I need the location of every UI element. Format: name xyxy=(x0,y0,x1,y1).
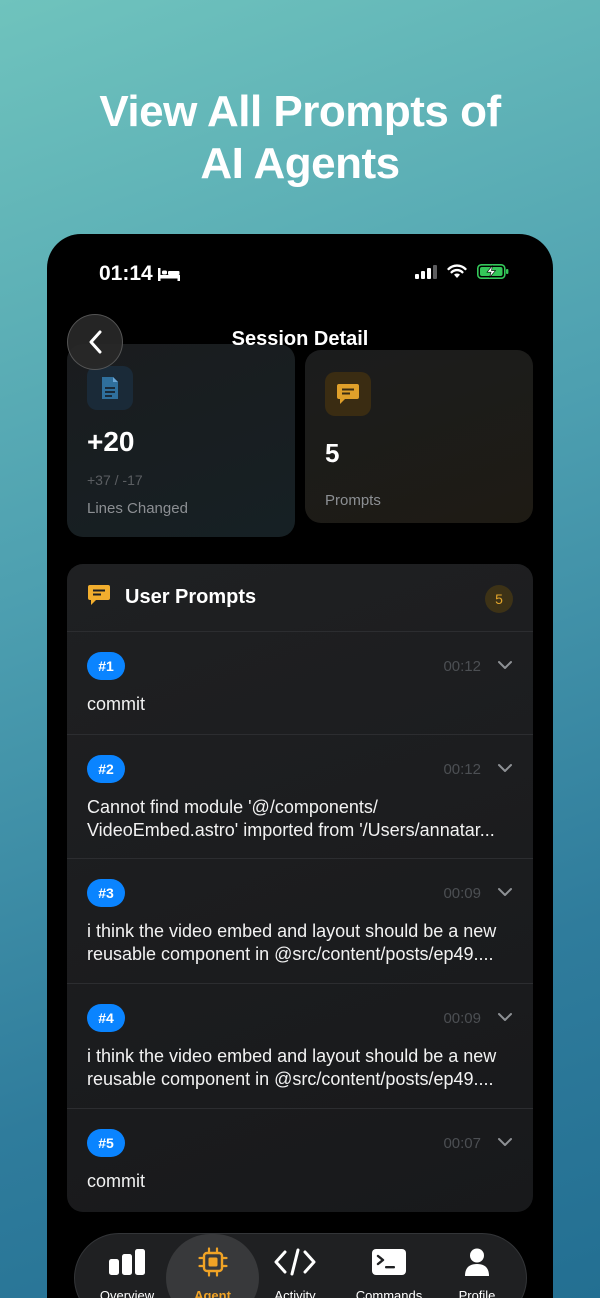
prompt-count-badge: 5 xyxy=(485,585,513,613)
chevron-down-icon[interactable] xyxy=(497,1137,513,1147)
prompt-number-badge: #1 xyxy=(87,652,125,680)
prompt-text-line-1: commit xyxy=(87,694,145,714)
prompt-text-line-1: commit xyxy=(87,1171,145,1191)
chevron-down-icon[interactable] xyxy=(497,887,513,897)
prompt-text-line-1: i think the video embed and layout shoul… xyxy=(87,1046,497,1066)
tab-bar: Overview Agent Activity Commands Profile xyxy=(74,1233,527,1298)
phone-screen: 01:14 Session Detail +20 +37 / -17 Lines… xyxy=(47,234,553,1298)
prompt-text-line-2: VideoEmbed.astro' imported from '/Users/… xyxy=(87,820,495,840)
message-icon-wrap xyxy=(325,372,371,416)
prompt-text: commit xyxy=(87,693,515,716)
tab-label: Activity xyxy=(274,1288,316,1298)
prompt-number-badge: #5 xyxy=(87,1129,125,1157)
person-icon xyxy=(465,1248,489,1276)
status-bar: 01:14 xyxy=(47,234,553,314)
prompt-time: 00:07 xyxy=(443,1135,481,1152)
chevron-down-icon[interactable] xyxy=(497,1012,513,1022)
user-prompts-title: User Prompts xyxy=(125,586,257,608)
prompt-time: 00:09 xyxy=(443,885,481,902)
chevron-left-icon xyxy=(89,330,102,354)
user-prompts-header: User Prompts 5 xyxy=(67,564,533,632)
back-button[interactable] xyxy=(67,314,123,370)
terminal-icon xyxy=(372,1249,406,1275)
battery-charging-icon xyxy=(477,264,509,279)
prompts-count-value: 5 xyxy=(325,438,340,468)
tab-label: Commands xyxy=(355,1288,423,1298)
document-icon-wrap xyxy=(87,366,133,410)
bar-chart-icon xyxy=(109,1249,145,1275)
prompt-number-badge: #3 xyxy=(87,879,125,907)
tab-overview[interactable]: Overview xyxy=(81,1234,173,1298)
lines-changed-value: +20 xyxy=(87,426,135,457)
prompt-text-line-1: i think the video embed and layout shoul… xyxy=(87,921,497,941)
prompt-item-5[interactable]: #5 00:07 commit xyxy=(67,1109,533,1212)
prompt-text-line-2: reusable component in @src/content/posts… xyxy=(87,944,494,964)
headline: View All Prompts of AI Agents xyxy=(0,86,600,190)
user-prompts-panel: User Prompts 5 #1 00:12 commit #2 00:12 … xyxy=(67,564,533,1212)
prompt-number-badge: #2 xyxy=(87,755,125,783)
prompt-time: 00:09 xyxy=(443,1010,481,1027)
tab-commands[interactable]: Commands xyxy=(341,1234,437,1298)
status-time: 01:14 xyxy=(99,262,153,285)
prompt-item-4[interactable]: #4 00:09 i think the video embed and lay… xyxy=(67,984,533,1109)
tab-agent[interactable]: Agent xyxy=(166,1234,259,1298)
tab-label: Agent xyxy=(194,1288,231,1298)
lines-changed-card: +20 +37 / -17 Lines Changed xyxy=(67,344,295,537)
status-icons xyxy=(415,264,509,279)
chevron-down-icon[interactable] xyxy=(497,763,513,773)
lines-changed-label: Lines Changed xyxy=(87,500,188,517)
prompt-text: i think the video embed and layout shoul… xyxy=(87,1045,515,1091)
prompts-count-label: Prompts xyxy=(325,492,381,509)
headline-line-1: View All Prompts of xyxy=(99,87,501,136)
prompt-item-3[interactable]: #3 00:09 i think the video embed and lay… xyxy=(67,859,533,984)
message-icon xyxy=(337,384,359,404)
tab-profile[interactable]: Profile xyxy=(431,1234,523,1298)
lines-added-removed: +37 / -17 xyxy=(87,472,143,488)
prompt-list: #1 00:12 commit #2 00:12 Cannot find mod… xyxy=(67,632,533,1212)
chevron-down-icon[interactable] xyxy=(497,660,513,670)
cellular-signal-icon xyxy=(415,264,437,279)
prompt-text: Cannot find module '@/components/ VideoE… xyxy=(87,796,515,842)
tab-activity[interactable]: Activity xyxy=(249,1234,341,1298)
message-icon xyxy=(88,585,110,605)
code-icon xyxy=(274,1248,316,1276)
prompt-text-line-1: Cannot find module '@/components/ xyxy=(87,797,378,817)
prompt-time: 00:12 xyxy=(443,761,481,778)
prompt-number-badge: #4 xyxy=(87,1004,125,1032)
prompt-item-2[interactable]: #2 00:12 Cannot find module '@/component… xyxy=(67,735,533,859)
wifi-icon xyxy=(447,264,467,278)
document-icon xyxy=(102,377,118,399)
tab-label: Profile xyxy=(458,1288,496,1298)
sleep-focus-icon xyxy=(158,268,180,281)
tab-label: Overview xyxy=(99,1288,155,1298)
prompt-item-1[interactable]: #1 00:12 commit xyxy=(67,632,533,735)
chip-icon xyxy=(197,1247,228,1277)
prompt-text: commit xyxy=(87,1170,515,1193)
prompts-count-card: 5 Prompts xyxy=(305,350,533,523)
prompt-time: 00:12 xyxy=(443,658,481,675)
prompt-text: i think the video embed and layout shoul… xyxy=(87,920,515,966)
headline-line-2: AI Agents xyxy=(200,139,400,188)
prompt-text-line-2: reusable component in @src/content/posts… xyxy=(87,1069,494,1089)
